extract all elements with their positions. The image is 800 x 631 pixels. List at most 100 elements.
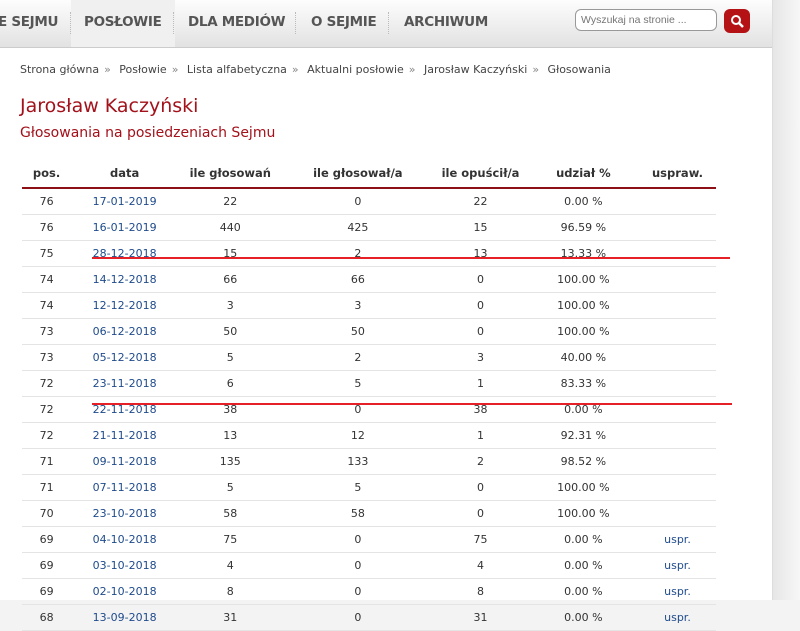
table-header: pos. data ile głosowań ile głosował/a ile op… <box>22 159 716 189</box>
excuse-link[interactable]: uspr. <box>664 559 691 572</box>
excuse-link[interactable]: uspr. <box>664 533 691 546</box>
table-cell: 0 <box>282 578 434 605</box>
table-cell: 76 <box>22 214 72 241</box>
date-link[interactable]: 05-12-2018 <box>93 351 157 364</box>
date-link[interactable]: 13-09-2018 <box>93 611 157 624</box>
table-cell: 71 <box>22 448 72 475</box>
table-row: 73 05-12-2018 5 2 3 40.00 % <box>22 344 716 371</box>
table-cell: 15 <box>433 214 528 241</box>
breadcrumb-separator: » <box>532 63 540 76</box>
date-link[interactable]: 04-10-2018 <box>93 533 157 546</box>
date-link[interactable]: 17-01-2019 <box>93 195 157 208</box>
table-cell <box>638 448 716 475</box>
table-cell: 5 <box>282 474 434 501</box>
table-cell: 100.00 % <box>527 292 639 319</box>
table-cell: 71 <box>22 474 72 501</box>
table-cell: 0 <box>282 396 434 423</box>
table-cell: 66 <box>178 266 283 293</box>
table-row: 68 13-09-2018 31 0 31 0.00 % uspr. <box>22 604 716 631</box>
table-cell: 75 <box>433 526 528 553</box>
date-link[interactable]: 23-11-2018 <box>93 377 157 390</box>
nav-item-o-sejmie[interactable]: O SEJMIE <box>311 0 377 47</box>
search-icon <box>731 15 744 28</box>
table-row: 71 09-11-2018 135 133 2 98.52 % <box>22 448 716 475</box>
date-link[interactable]: 03-10-2018 <box>93 559 157 572</box>
breadcrumb: Strona główna » Posłowie » Lista alfabetyc… <box>20 63 611 76</box>
table-cell: 03-10-2018 <box>71 552 179 579</box>
nav-item-poslowie[interactable]: POSŁOWIE <box>71 0 175 47</box>
table-row: 76 17-01-2019 22 0 22 0.00 % <box>22 188 716 215</box>
table-cell: 66 <box>282 266 434 293</box>
date-link[interactable]: 02-10-2018 <box>93 585 157 598</box>
nav-item-archiwum[interactable]: ARCHIWUM <box>404 0 488 47</box>
breadcrumb-link[interactable]: Lista alfabetyczna <box>187 63 287 76</box>
table-cell: 100.00 % <box>527 266 639 293</box>
date-link[interactable]: 07-11-2018 <box>93 481 157 494</box>
table-row: 71 07-11-2018 5 5 0 100.00 % <box>22 474 716 501</box>
table-row: 69 04-10-2018 75 0 75 0.00 % uspr. <box>22 526 716 553</box>
table-cell: 3 <box>178 292 283 319</box>
table-cell: 74 <box>22 266 72 293</box>
table-cell: 76 <box>22 188 72 215</box>
table-cell: 22-11-2018 <box>71 396 179 423</box>
date-link[interactable]: 21-11-2018 <box>93 429 157 442</box>
excuse-link[interactable]: uspr. <box>664 585 691 598</box>
search-button[interactable] <box>724 9 750 33</box>
date-link[interactable]: 09-11-2018 <box>93 455 157 468</box>
table-cell: 5 <box>178 474 283 501</box>
table-cell: 0 <box>282 526 434 553</box>
table-cell: 425 <box>282 214 434 241</box>
date-link[interactable]: 06-12-2018 <box>93 325 157 338</box>
table-cell: 74 <box>22 292 72 319</box>
table-cell: 0 <box>282 604 434 631</box>
table-cell <box>638 188 716 215</box>
table-cell: 0.00 % <box>527 526 639 553</box>
excuse-link[interactable]: uspr. <box>664 611 691 624</box>
table-cell: 96.59 % <box>527 214 639 241</box>
date-link[interactable]: 12-12-2018 <box>93 299 157 312</box>
table-cell: 22 <box>178 188 283 215</box>
table-cell: 100.00 % <box>527 474 639 501</box>
table-cell: 69 <box>22 552 72 579</box>
page: E SEJMU POSŁOWIE DLA MEDIÓW O SEJMIE ARC… <box>0 0 773 631</box>
table-cell: 5 <box>282 370 434 397</box>
annotation-line <box>92 403 732 405</box>
table-cell <box>638 292 716 319</box>
table-row: 72 22-11-2018 38 0 38 0.00 % <box>22 396 716 423</box>
table-cell: 0.00 % <box>527 604 639 631</box>
table-cell: 72 <box>22 422 72 449</box>
table-cell: 16-01-2019 <box>71 214 179 241</box>
breadcrumb-link[interactable]: Strona główna <box>20 63 99 76</box>
table-cell: 72 <box>22 370 72 397</box>
table-cell <box>638 266 716 293</box>
breadcrumb-link[interactable]: Jarosław Kaczyński <box>424 63 527 76</box>
table-cell: 02-10-2018 <box>71 578 179 605</box>
table-cell: 21-11-2018 <box>71 422 179 449</box>
table-cell: 0.00 % <box>527 552 639 579</box>
table-cell: 0 <box>433 266 528 293</box>
table-cell: 38 <box>178 396 283 423</box>
table-cell: uspr. <box>638 578 716 605</box>
table-cell: 31 <box>433 604 528 631</box>
search-input[interactable] <box>575 9 717 31</box>
column-header: pos. <box>22 159 72 189</box>
table-cell: 5 <box>178 344 283 371</box>
votes-table: pos. data ile głosowań ile głosował/a ile op… <box>22 159 716 631</box>
table-cell: 0 <box>282 188 434 215</box>
breadcrumb-link[interactable]: Posłowie <box>119 63 166 76</box>
date-link[interactable]: 16-01-2019 <box>93 221 157 234</box>
nav-item[interactable]: E SEJMU <box>0 0 58 47</box>
table-cell: 28-12-2018 <box>71 240 179 267</box>
table-cell: 70 <box>22 500 72 527</box>
table-cell: 3 <box>433 344 528 371</box>
table-row: 75 28-12-2018 15 2 13 13.33 % <box>22 240 716 267</box>
table-cell: 50 <box>282 318 434 345</box>
table-cell: 07-11-2018 <box>71 474 179 501</box>
table-cell: 73 <box>22 344 72 371</box>
table-row: 74 14-12-2018 66 66 0 100.00 % <box>22 266 716 293</box>
date-link[interactable]: 14-12-2018 <box>93 273 157 286</box>
nav-item-dla-mediow[interactable]: DLA MEDIÓW <box>188 0 286 47</box>
date-link[interactable]: 23-10-2018 <box>93 507 157 520</box>
table-cell <box>638 344 716 371</box>
breadcrumb-link[interactable]: Aktualni posłowie <box>307 63 404 76</box>
